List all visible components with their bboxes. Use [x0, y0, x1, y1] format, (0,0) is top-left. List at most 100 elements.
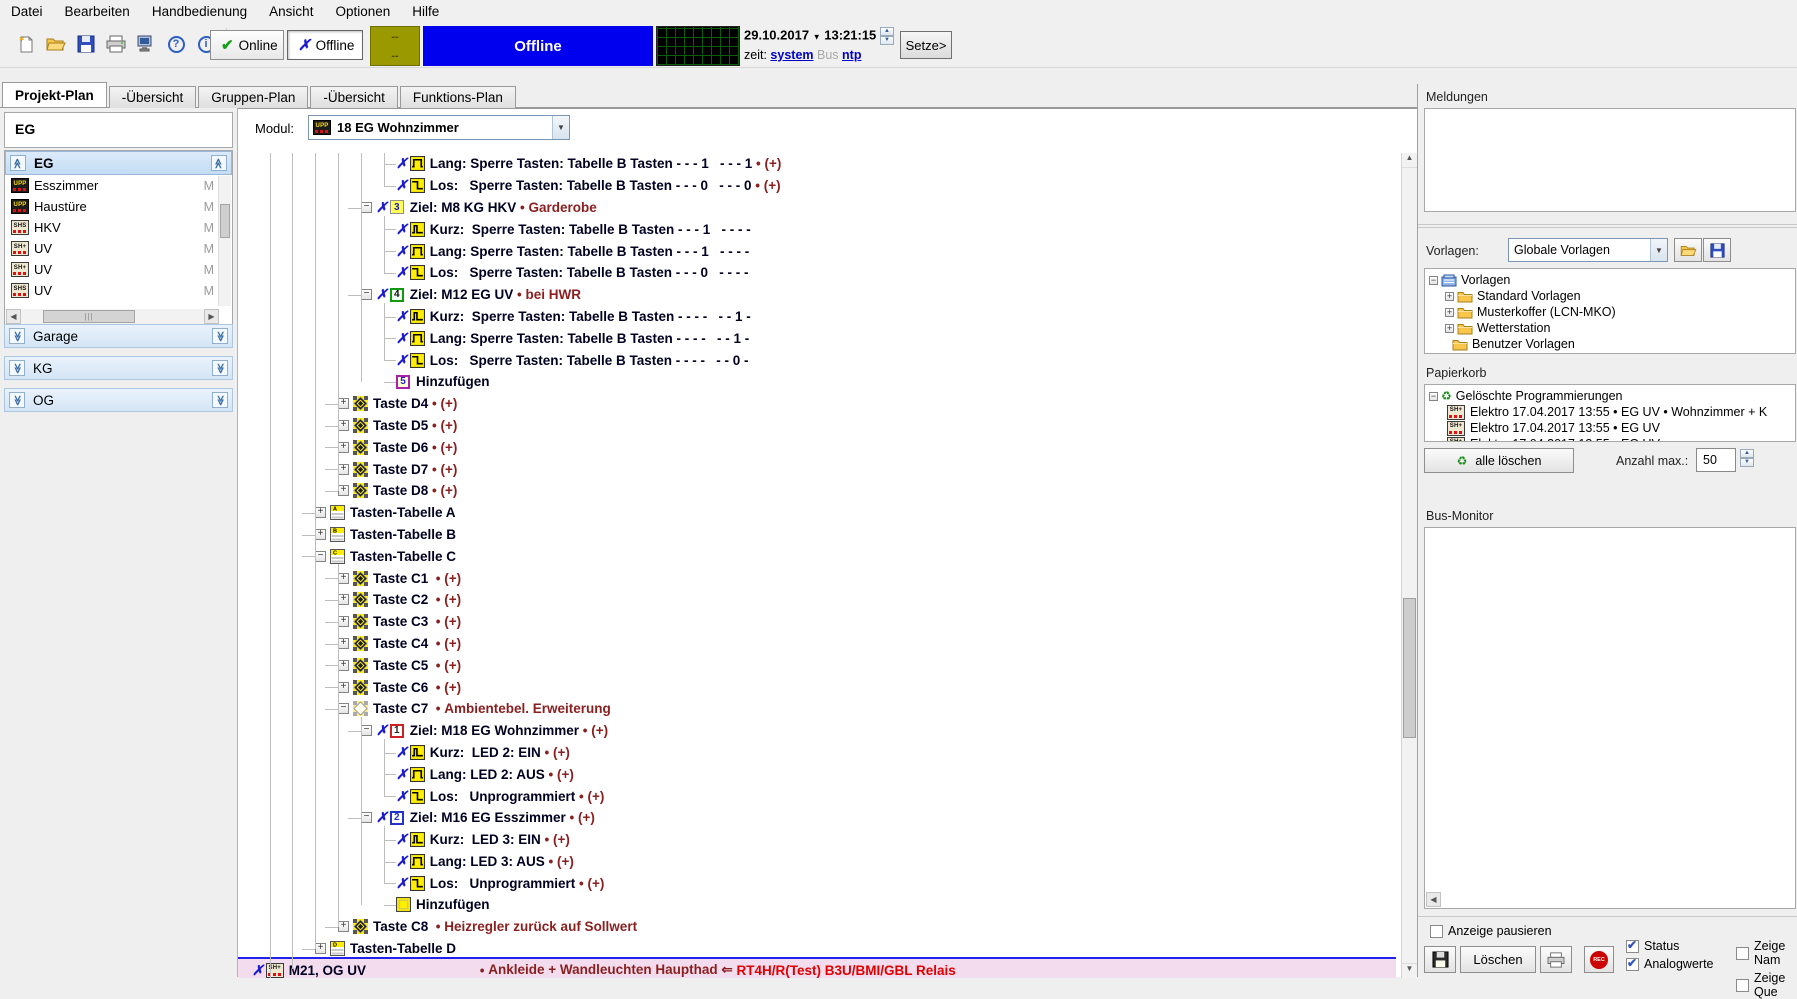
tab-projektplan[interactable]: Projekt-Plan [2, 82, 107, 107]
tree-row[interactable]: +Taste C1 • (+) [238, 567, 1396, 589]
expand-icon[interactable]: + [1445, 324, 1454, 333]
expand-icon[interactable]: + [315, 943, 326, 954]
module-list-item[interactable]: SH+UVM [5, 238, 232, 259]
expand-icon[interactable]: + [315, 529, 326, 540]
vorlagen-tree-row[interactable]: +Standard Vorlagen [1429, 288, 1795, 304]
module-list-item[interactable]: SHSHKVM [5, 217, 232, 238]
tree-row[interactable]: +Taste D7 • (+) [238, 458, 1396, 480]
expand-icon[interactable]: + [315, 507, 326, 518]
tree-row[interactable]: 5Hinzufügen [238, 371, 1396, 393]
tree-row[interactable]: ✗Kurz: Sperre Tasten: Tabelle B Tasten -… [238, 218, 1396, 240]
tree-row[interactable]: +Taste C5 • (+) [238, 654, 1396, 676]
tree-row[interactable]: ✗Lang: Sperre Tasten: Tabelle B Tasten -… [238, 240, 1396, 262]
vorlagen-dropdown[interactable]: Globale Vorlagen ▼ [1508, 238, 1668, 262]
help-button[interactable]: ? [164, 32, 188, 56]
tree-row[interactable]: −Taste C7 • Ambientebel. Erweiterung [238, 698, 1396, 720]
expand-icon[interactable]: + [338, 660, 349, 671]
new-file-button[interactable]: ✶ [14, 32, 38, 56]
scroll-left-icon[interactable]: ◀ [6, 309, 21, 324]
expand-icon[interactable]: + [338, 616, 349, 627]
papierkorb-item[interactable]: SH+Elektro 17.04.2017 13:55 • EG UV [1429, 436, 1795, 442]
menu-item-optionen[interactable]: Optionen [324, 0, 401, 19]
scroll-up-icon[interactable]: ▲ [1402, 153, 1417, 168]
time-value[interactable]: 13:21:15 [824, 27, 876, 42]
time-spinner[interactable]: ▲▼ [880, 27, 894, 45]
expand-icon[interactable]: + [338, 921, 349, 932]
segment-header-garage[interactable]: ≫Garage≫ [4, 324, 233, 348]
expand-icon[interactable]: + [338, 594, 349, 605]
tree-row[interactable]: +Taste C3 • (+) [238, 611, 1396, 633]
vorlagen-tree-row[interactable]: −Vorlagen [1429, 272, 1795, 288]
tree-row[interactable]: Hinzufügen [238, 894, 1396, 916]
checkbox-status[interactable]: Status [1626, 939, 1714, 953]
papierkorb-root-row[interactable]: −♻Gelöschte Programmierungen [1429, 388, 1795, 404]
checkbox-icon[interactable] [1430, 925, 1443, 938]
chevron-down-icon[interactable]: ▼ [1650, 239, 1667, 261]
zeit-ntp-link[interactable]: ntp [842, 48, 861, 62]
monitor-save-button[interactable] [1424, 946, 1456, 973]
pc-connect-button[interactable] [134, 32, 158, 56]
vorlagen-tree-row[interactable]: +Wetterstation [1429, 320, 1795, 336]
expand-icon[interactable]: ≫ [212, 360, 228, 376]
expand-icon[interactable]: + [338, 464, 349, 475]
zeit-system-link[interactable]: system [770, 48, 813, 62]
anzahl-spinner[interactable]: ▲▼ [1740, 449, 1754, 467]
save-button[interactable] [74, 32, 98, 56]
tree-row[interactable]: ✗Los: Unprogrammiert • (+) [238, 785, 1396, 807]
scroll-left-icon[interactable]: ◀ [1426, 892, 1441, 907]
print-button[interactable] [104, 32, 128, 56]
vorlagen-tree-row[interactable]: +Musterkoffer (LCN-MKO) [1429, 304, 1795, 320]
monitor-loeschen-button[interactable]: Löschen [1460, 946, 1536, 973]
monitor-print-button[interactable] [1540, 946, 1572, 973]
module-list-item[interactable]: UPPHaustüreM [5, 196, 232, 217]
tree-row[interactable]: +Taste D8 • (+) [238, 480, 1396, 502]
collapse-icon[interactable]: − [1429, 276, 1438, 285]
tab-bersicht[interactable]: -Übersicht [109, 86, 197, 109]
collapse-icon[interactable]: − [361, 289, 372, 300]
collapse-icon[interactable]: ≫ [211, 155, 227, 171]
tree-row[interactable]: +Taste D4 • (+) [238, 393, 1396, 415]
chevron-down-icon[interactable]: ▼ [552, 116, 569, 139]
expand-icon[interactable]: + [338, 485, 349, 496]
vorlagen-save-button[interactable] [1703, 238, 1731, 262]
scroll-thumb[interactable] [1403, 598, 1416, 738]
checkbox-analogwerte[interactable]: Analogwerte [1626, 957, 1714, 971]
papierkorb-item[interactable]: SH+Elektro 17.04.2017 13:55 • EG UV • Wo… [1429, 404, 1795, 420]
tree-row[interactable]: −CTasten-Tabelle C [238, 545, 1396, 567]
anzahl-max-input[interactable]: 50 [1696, 448, 1736, 472]
vorlagen-tree-row[interactable]: Benutzer Vorlagen [1429, 336, 1795, 352]
tree-row[interactable]: ✗Los: Sperre Tasten: Tabelle B Tasten - … [238, 175, 1396, 197]
module-list-hscrollbar[interactable]: ◀ ||| ▶ [6, 309, 219, 324]
tree-row[interactable]: ✗Lang: Sperre Tasten: Tabelle B Tasten -… [238, 327, 1396, 349]
tree-row[interactable]: −✗2Ziel: M16 EG Esszimmer • (+) [238, 807, 1396, 829]
tree-row[interactable]: ✗Los: Sperre Tasten: Tabelle B Tasten - … [238, 262, 1396, 284]
tree-vscrollbar[interactable]: ▲ ▼ [1401, 153, 1417, 978]
segment-header-kg[interactable]: ≫KG≫ [4, 356, 233, 380]
collapse-icon[interactable]: − [361, 812, 372, 823]
collapse-icon[interactable]: − [361, 725, 372, 736]
tree-row[interactable]: ✗Kurz: Sperre Tasten: Tabelle B Tasten -… [238, 306, 1396, 328]
checkbox-icon[interactable] [1626, 940, 1639, 953]
checkbox-icon[interactable] [1736, 979, 1749, 992]
tree-row[interactable]: ✗Los: Unprogrammiert • (+) [238, 872, 1396, 894]
expand-icon[interactable]: + [1445, 292, 1454, 301]
tree-row[interactable]: +Taste C8 • Heizregler zurück auf Sollwe… [238, 916, 1396, 938]
collapse-icon[interactable]: − [338, 703, 349, 714]
tree-row[interactable]: +BTasten-Tabelle B [238, 524, 1396, 546]
expand-icon[interactable]: + [338, 682, 349, 693]
alle-loeschen-button[interactable]: ♻ alle löschen [1424, 448, 1574, 473]
date-dropdown-icon[interactable]: ▼ [813, 32, 821, 41]
expand-icon[interactable]: + [338, 573, 349, 584]
tree-row[interactable]: ✗SH+M21, OG UV • Ankleide + Wandleuchten… [238, 959, 1396, 978]
tab-gruppenplan[interactable]: Gruppen-Plan [198, 86, 308, 109]
vorlagen-open-button[interactable] [1674, 238, 1702, 262]
tree-row[interactable]: +Taste D6 • (+) [238, 436, 1396, 458]
expand-icon[interactable]: + [338, 638, 349, 649]
segment-header-eg[interactable]: ≫ EG ≫ [5, 151, 232, 175]
tree-row[interactable]: ✗Lang: Sperre Tasten: Tabelle B Tasten -… [238, 153, 1396, 175]
module-list-item[interactable]: SHSUVM [5, 280, 232, 301]
expand-icon[interactable]: + [338, 442, 349, 453]
scroll-right-icon[interactable]: ▶ [204, 309, 219, 324]
setze-button[interactable]: Setze> [900, 31, 952, 59]
expand-icon[interactable]: ≫ [212, 328, 228, 344]
